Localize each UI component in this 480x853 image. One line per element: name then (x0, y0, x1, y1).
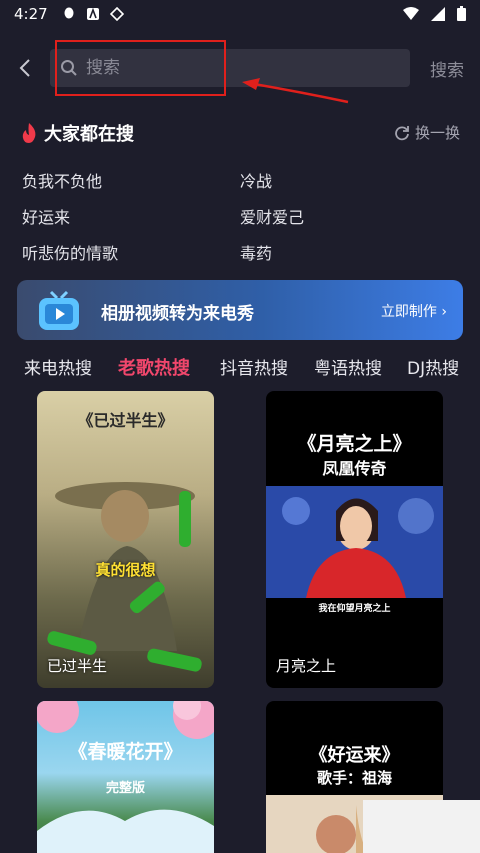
cover-title: 《月亮之上》 (297, 433, 412, 455)
hot-search-item[interactable]: 好运来 (22, 204, 70, 228)
corner-overlay (363, 800, 480, 853)
flame-icon (22, 123, 36, 143)
qq-icon (64, 7, 74, 19)
refresh-icon (395, 125, 409, 140)
cover-lyric: 我在仰望月亮之上 (318, 604, 391, 614)
hot-search-item[interactable]: 爱财爱己 (240, 204, 304, 228)
refresh-label: 换一换 (414, 124, 460, 142)
cover-title: 《春暖花开》 (68, 741, 183, 763)
hot-search-header: 大家都在搜 换一换 (20, 120, 460, 146)
cover-title: 《已过半生》 (77, 411, 174, 430)
wifi-icon (403, 6, 419, 20)
cover-subtitle: 歌手：祖海 (316, 769, 392, 787)
card-label: 月亮之上 (276, 657, 337, 675)
refresh-button[interactable]: 换一换 (394, 122, 460, 143)
hot-search-title: 大家都在搜 (44, 124, 134, 145)
cover-subtitle: 完整版 (105, 781, 145, 796)
cover-title: 《好运来》 (309, 745, 400, 766)
hot-search-item[interactable]: 冷战 (240, 168, 272, 192)
banner-action-link[interactable]: 立即制作 › (381, 301, 447, 321)
hot-search-item[interactable]: 负我不负他 (22, 168, 102, 192)
cover-caption: 真的很想 (95, 561, 156, 579)
hot-search-item[interactable]: 毒药 (240, 240, 272, 264)
status-bar: 4:27 (0, 0, 480, 28)
banner-text: 相册视频转为来电秀 (101, 304, 254, 324)
card-label: 已过半生 (47, 657, 108, 675)
cover-subtitle: 凤凰传奇 (322, 459, 387, 478)
search-button[interactable]: 搜索 (430, 56, 464, 81)
tab-incoming-call-hot[interactable]: 来电热搜 (24, 354, 92, 379)
location-icon (109, 7, 124, 21)
cover-image (47, 482, 202, 672)
video-card[interactable]: 《月亮之上》 凤凰传奇 我在仰望月亮之上 月亮之上 (266, 391, 443, 688)
video-card[interactable]: 《春暖花开》 完整版 (37, 701, 214, 853)
category-tabs: 来电热搜 老歌热搜 抖音热搜 粤语热搜 DJ热搜 (0, 354, 480, 380)
tab-dj-hot[interactable]: DJ热搜 (407, 354, 459, 379)
tab-douyin-hot[interactable]: 抖音热搜 (220, 354, 288, 379)
status-right (403, 6, 466, 21)
annotation-arrow (242, 78, 349, 104)
video-card[interactable]: 《已过半生》 真的很想 已过半生 (37, 391, 214, 688)
font-icon (86, 7, 99, 20)
battery-icon (457, 6, 466, 21)
ringtone-video-banner[interactable]: 相册视频转为来电秀 立即制作 › (17, 280, 463, 340)
signal-icon (431, 6, 445, 21)
tv-icon (39, 290, 79, 330)
annotation-highlight-box (55, 40, 226, 96)
hot-search-item[interactable]: 听悲伤的情歌 (22, 240, 118, 264)
back-icon[interactable] (14, 56, 38, 80)
singer-photo (266, 486, 443, 598)
tab-cantonese-hot[interactable]: 粤语热搜 (314, 354, 382, 379)
tab-oldies-hot[interactable]: 老歌热搜 (118, 354, 190, 380)
status-time: 4:27 (14, 5, 48, 23)
